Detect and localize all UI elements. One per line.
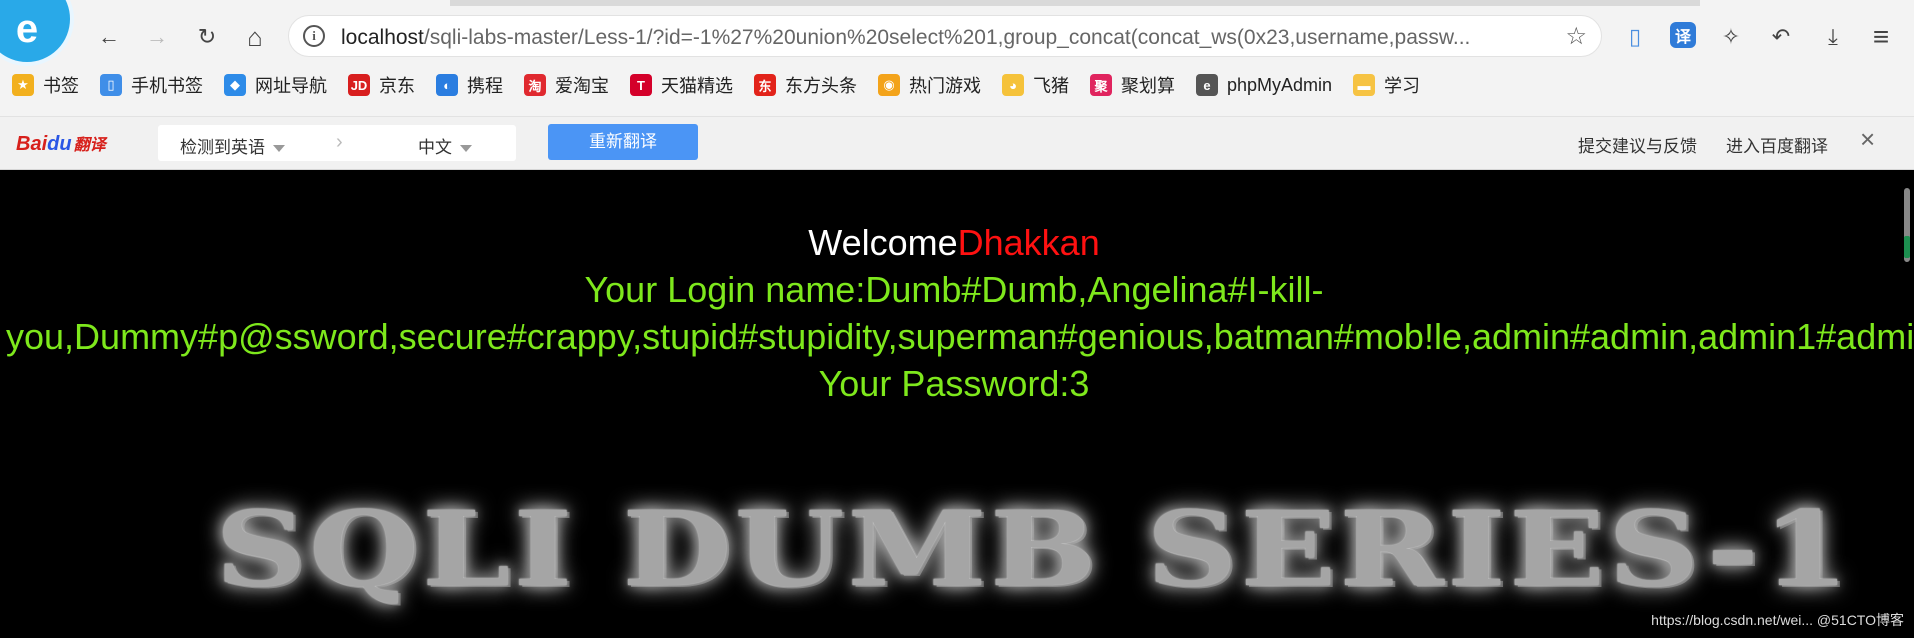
bookmark-label: 学习 [1384,76,1421,96]
browser-logo-icon: e [0,0,74,66]
bookmark-icon: ★ [12,74,34,96]
baidu-translate-logo: Baidu 翻译 [16,133,106,155]
bookmark-item[interactable]: T 天猫精选 [630,72,733,98]
bookmark-label: 热门游戏 [909,76,981,96]
bookmark-label: 聚划算 [1121,76,1175,96]
bookmark-icon: e [1196,74,1218,96]
login-name-line2: you,Dummy#p@ssword,secure#crappy,stupid#… [6,316,1914,357]
browser-chrome: e ← → ↻ ⌂ i localhost/sqli-labs-master/L… [0,0,1914,170]
bookmark-icon: ◕ [1002,74,1024,96]
bookmark-icon: T [630,74,652,96]
bookmark-item[interactable]: JD 京东 [348,72,415,98]
bookmark-label: 书签 [43,76,79,96]
bookmark-icon: 淘 [524,74,546,96]
extensions-puzzle-icon[interactable]: ✧ [1716,22,1746,52]
bookmark-label: 网址导航 [255,76,327,96]
reload-icon: ↻ [197,24,217,49]
bookmark-icon: 东 [754,74,776,96]
bookmark-label: 天猫精选 [661,76,733,96]
bookmarks-bar: ★ 书签 ▯ 手机书签 ◆ 网址导航 JD 京东 ◐ 携程 淘爱淘宝 T 天猫精选 东东方头条 ◉ 热门游戏 ◕… [12,70,1441,100]
bookmark-label: 飞猪 [1033,76,1069,96]
watermark: https://blog.csdn.net/wei... @51CTO博客 [1651,612,1904,628]
url-text[interactable]: localhost/sqli-labs-master/Less-1/?id=-1… [341,26,1531,50]
password-line: Your Password:3 [818,363,1090,404]
bookmark-label: 爱淘宝 [555,76,609,96]
menu-icon[interactable]: ≡ [1866,21,1896,52]
language-selector: 检测到英语 › 中文 [158,125,516,161]
bookmark-icon: ◆ [224,74,246,96]
bookmark-label: 手机书签 [131,76,203,96]
open-baidu-translate-link[interactable]: 进入百度翻译 [1726,132,1828,157]
bookmark-item[interactable]: 东东方头条 [754,72,857,98]
url-path: /sqli-labs-master/Less-1/?id=-1%27%20uni… [423,26,1471,49]
bookmark-icon: ▬ [1353,74,1376,96]
bookmark-item[interactable]: ▯ 手机书签 [100,72,203,98]
arrow-right-icon: › [336,131,343,153]
bookmark-label: phpMyAdmin [1227,74,1333,95]
download-icon[interactable]: ⤓ [1818,22,1848,52]
retranslate-button[interactable]: 重新翻译 [548,124,698,160]
bookmark-item[interactable]: ◉ 热门游戏 [878,72,981,98]
address-bar[interactable]: i localhost/sqli-labs-master/Less-1/?id=… [288,15,1602,57]
back-button[interactable]: ← [92,20,126,54]
baidu-translate-bar: Baidu 翻译 检测到英语 › 中文 重新翻译 提交建议与反馈 进入百度翻译 × [0,116,1914,170]
target-language-select[interactable]: 中文 [418,133,472,158]
scrollbar[interactable] [1900,170,1914,638]
bookmark-label: 携程 [467,76,503,96]
bookmark-item[interactable]: ◐ 携程 [436,72,503,98]
bookmark-icon: ◐ [436,74,458,96]
home-icon: ⌂ [247,21,263,52]
forward-arrow-icon: → [146,24,168,49]
home-button[interactable]: ⌂ [238,20,272,54]
bookmark-icon: ▯ [100,74,122,96]
scrollbar-marker [1904,236,1910,258]
bookmark-label: 东方头条 [785,76,857,96]
bookmark-icon: 聚 [1090,74,1112,96]
bookmark-item[interactable]: 聚聚划算 [1090,72,1175,98]
mouse-extension-icon[interactable]: ▯ [1620,22,1650,52]
sqli-dumb-series-logo: SQLI DUMB SERIES-1 [215,488,1853,610]
back-arrow-icon: ← [98,24,120,49]
bookmark-item[interactable]: ▬ 学习 [1353,72,1420,98]
login-result: Your Login name:Dumb#Dumb,Angelina#I-kil… [0,266,1914,407]
chevron-down-icon [460,145,472,153]
chevron-down-icon [273,145,285,153]
login-name-line1: Your Login name:Dumb#Dumb,Angelina#I-kil… [584,269,1324,310]
bookmark-item[interactable]: 淘爱淘宝 [524,72,609,98]
feedback-link[interactable]: 提交建议与反馈 [1578,132,1697,157]
url-host: localhost [341,26,424,49]
welcome-line: WelcomeDhakkan [0,222,1908,264]
page-content: WelcomeDhakkan Your Login name:Dumb#Dumb… [0,170,1914,638]
reload-button[interactable]: ↻ [190,20,224,54]
undo-icon[interactable]: ↶ [1766,22,1796,52]
bookmark-item[interactable]: e phpMyAdmin [1196,74,1332,96]
bookmark-star-icon[interactable]: ☆ [1565,22,1587,51]
site-info-icon[interactable]: i [303,25,325,47]
source-language-select[interactable]: 检测到英语 [180,133,285,158]
bookmark-label: 京东 [379,76,415,96]
translate-extension-icon[interactable]: 译 [1670,22,1696,48]
bookmark-item[interactable]: ◆ 网址导航 [224,72,327,98]
welcome-text: Welcome [808,222,958,263]
tab-strip[interactable] [450,0,1700,6]
bookmark-item[interactable]: ★ 书签 [12,72,79,98]
bookmark-icon: JD [348,74,370,96]
bookmark-item[interactable]: ◕ 飞猪 [1002,72,1069,98]
welcome-name: Dhakkan [957,222,1100,263]
forward-button[interactable]: → [140,20,174,54]
bookmark-icon: ◉ [878,74,900,96]
close-icon[interactable]: × [1860,124,1875,155]
